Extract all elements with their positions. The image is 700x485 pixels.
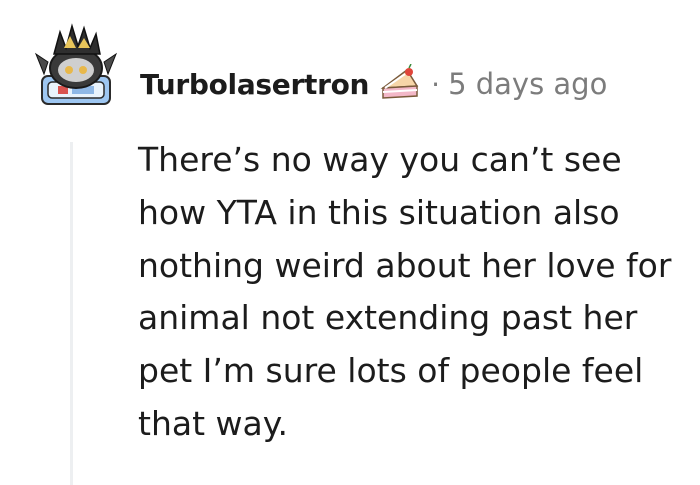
comment: Turbolasertron · 5 days ago There’s no w… (0, 0, 700, 485)
comment-meta: Turbolasertron · 5 days ago (140, 63, 607, 104)
comment-body-text: There’s no way you can’t see how YTA in … (138, 140, 672, 443)
username-link[interactable]: Turbolasertron (140, 68, 369, 101)
thread-line[interactable] (70, 142, 73, 485)
snoo-avatar-icon (34, 23, 118, 105)
user-avatar[interactable] (34, 18, 118, 114)
comment-body: There’s no way you can’t see how YTA in … (138, 134, 683, 451)
meta-separator: · (431, 67, 441, 101)
cake-slice-icon[interactable] (379, 63, 423, 104)
comment-timestamp[interactable]: 5 days ago (448, 67, 607, 101)
